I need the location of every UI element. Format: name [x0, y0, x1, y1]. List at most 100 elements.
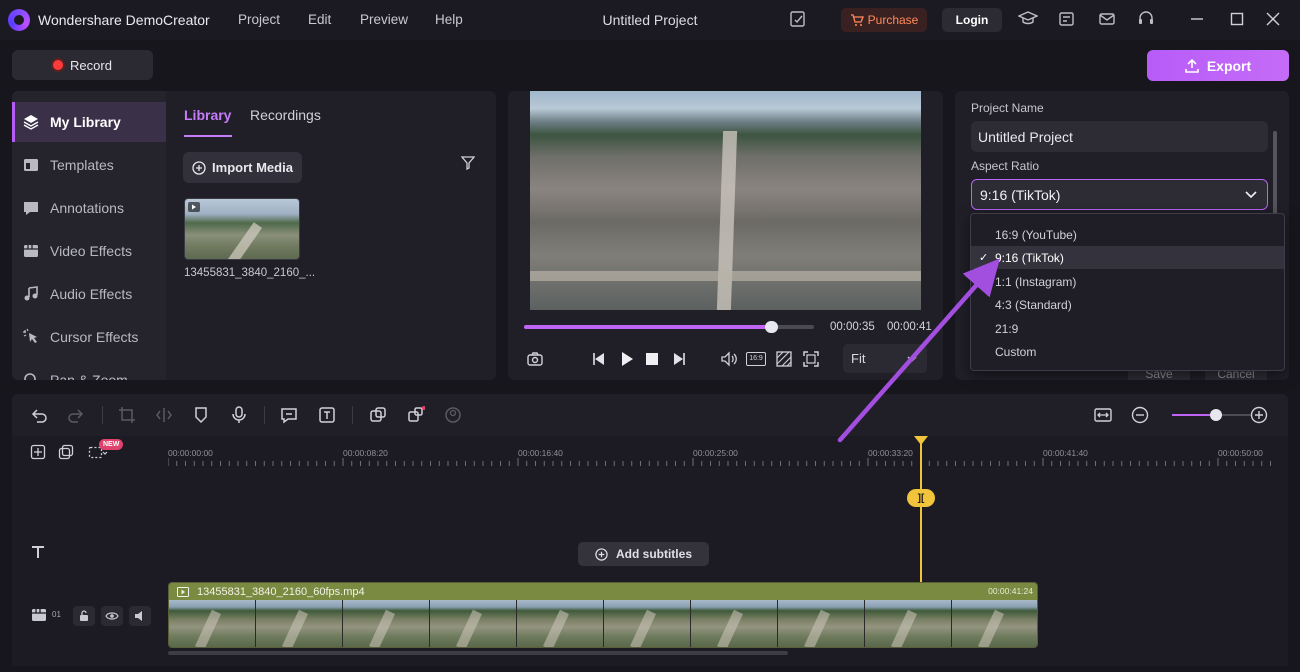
ruler-label: 00:00:16:40: [518, 448, 563, 458]
zoom-in-icon[interactable]: [1250, 406, 1268, 424]
timeline-toolbar: [12, 394, 1288, 436]
snapshot-camera-icon[interactable]: [526, 350, 544, 368]
login-button[interactable]: Login: [942, 8, 1002, 32]
undo-icon[interactable]: [30, 406, 48, 424]
ruler-label: 00:00:50:00: [1218, 448, 1263, 458]
video-clip[interactable]: 13455831_3840_2160_60fps.mp4 00:00:41:24: [168, 582, 1038, 648]
tab-library[interactable]: Library: [184, 107, 231, 123]
fit-label: Fit: [851, 351, 866, 366]
minimize-icon[interactable]: [1190, 10, 1210, 30]
option-label: 9:16 (TikTok): [995, 250, 1064, 265]
menu-help[interactable]: Help: [435, 12, 463, 27]
ruler-label: 00:00:00:00: [168, 448, 213, 458]
fit-timeline-icon[interactable]: [1094, 406, 1112, 424]
split-icon[interactable]: [155, 406, 173, 424]
zoom-out-icon[interactable]: [1131, 406, 1149, 424]
aspect-ratio-select[interactable]: 9:16 (TikTok): [971, 179, 1268, 210]
safe-zone-icon[interactable]: [775, 350, 793, 368]
add-subtitles-button[interactable]: Add subtitles: [578, 542, 709, 566]
avatar-icon[interactable]: [444, 406, 462, 424]
project-name-input[interactable]: Untitled Project: [971, 121, 1268, 152]
sidebar-item-cursor-effects[interactable]: Cursor Effects: [12, 317, 166, 357]
mark-shield-icon[interactable]: [192, 406, 210, 424]
track-number: 01: [52, 610, 61, 619]
playback-scrubber[interactable]: [764, 321, 778, 333]
split-at-playhead-icon[interactable]: ][: [907, 489, 935, 507]
feedback-icon[interactable]: [789, 10, 809, 30]
aspect-option-21-9[interactable]: 21:9: [971, 317, 1284, 340]
microphone-icon[interactable]: [230, 406, 248, 424]
zoom-fit-select[interactable]: Fit: [843, 344, 927, 373]
annotation-icon: [24, 202, 38, 215]
caption-icon[interactable]: [280, 406, 298, 424]
media-thumbnail[interactable]: [184, 198, 300, 260]
previous-frame-icon[interactable]: [590, 350, 608, 368]
toggle-visibility-button[interactable]: [101, 606, 123, 626]
chevron-down-icon: [1245, 191, 1257, 198]
media-panel: My Library Templates Annotations Video E…: [12, 91, 496, 380]
smart-cut-icon[interactable]: [407, 406, 425, 424]
redo-icon[interactable]: [67, 406, 85, 424]
tasks-icon[interactable]: [1058, 10, 1078, 30]
menu-preview[interactable]: Preview: [360, 12, 408, 27]
next-frame-icon[interactable]: [670, 350, 688, 368]
chevron-down-icon: [907, 356, 917, 362]
text-icon[interactable]: [318, 406, 336, 424]
support-headset-icon[interactable]: [1137, 10, 1157, 30]
stop-icon[interactable]: [643, 350, 661, 368]
lock-track-button[interactable]: [73, 606, 95, 626]
zoom-slider-handle[interactable]: [1210, 409, 1222, 421]
sidebar-item-label: Audio Effects: [50, 286, 133, 302]
media-filename: 13455831_3840_2160_...: [184, 267, 316, 279]
sidebar-item-label: Video Effects: [50, 243, 132, 259]
title-bar: Wondershare DemoCreator Project Edit Pre…: [0, 0, 1300, 40]
sidebar-item-my-library[interactable]: My Library: [12, 102, 166, 142]
divider: [264, 406, 265, 424]
filter-icon[interactable]: [461, 156, 475, 170]
tab-recordings[interactable]: Recordings: [250, 107, 321, 123]
mail-icon[interactable]: [1098, 10, 1118, 30]
sidebar-item-video-effects[interactable]: Video Effects: [12, 231, 166, 271]
sidebar-item-templates[interactable]: Templates: [12, 145, 166, 185]
play-icon[interactable]: [618, 350, 636, 368]
close-icon[interactable]: [1266, 10, 1286, 30]
timeline-scrollbar[interactable]: [168, 651, 788, 655]
aspect-option-custom[interactable]: Custom: [971, 340, 1284, 363]
sidebar-item-audio-effects[interactable]: Audio Effects: [12, 274, 166, 314]
project-name-label: Project Name: [971, 101, 1044, 115]
ai-tools-icon[interactable]: [369, 406, 387, 424]
template-icon: [24, 159, 38, 171]
fullscreen-icon[interactable]: [802, 350, 820, 368]
aspect-option-tiktok[interactable]: ✓ 9:16 (TikTok): [971, 246, 1284, 269]
time-ruler[interactable]: 00:00:00:00 00:00:08:20 00:00:16:40 00:00:2…: [168, 436, 1288, 466]
aspect-option-youtube[interactable]: 16:9 (YouTube): [971, 223, 1284, 246]
aspect-option-instagram[interactable]: 1:1 (Instagram): [971, 270, 1284, 293]
sidebar-item-pan-zoom[interactable]: Pan & Zoom: [12, 360, 166, 380]
record-button[interactable]: Record: [12, 50, 153, 80]
purchase-button[interactable]: Purchase: [841, 8, 927, 32]
add-track-icon[interactable]: [30, 444, 48, 462]
menu-project[interactable]: Project: [238, 12, 280, 27]
tutorial-cap-icon[interactable]: [1018, 10, 1038, 30]
sidebar-item-label: Annotations: [50, 200, 124, 216]
divider: [352, 406, 353, 424]
menu-edit[interactable]: Edit: [308, 12, 331, 27]
text-track-icon: [30, 544, 46, 560]
aspect-option-standard[interactable]: 4:3 (Standard): [971, 293, 1284, 316]
export-button[interactable]: Export: [1147, 50, 1289, 81]
volume-icon[interactable]: [720, 350, 738, 368]
sidebar-item-annotations[interactable]: Annotations: [12, 188, 166, 228]
film-icon: [24, 245, 38, 257]
copy-track-icon[interactable]: [58, 444, 76, 462]
zoom-icon: [24, 373, 36, 380]
project-title: Untitled Project: [602, 12, 698, 28]
video-clip-icon: [177, 586, 189, 597]
clip-name: 13455831_3840_2160_60fps.mp4: [197, 585, 365, 598]
crop-icon[interactable]: [118, 406, 136, 424]
aspect-ratio-badge[interactable]: 16:9: [746, 350, 768, 368]
maximize-icon[interactable]: [1230, 10, 1250, 30]
mute-track-button[interactable]: [129, 606, 151, 626]
import-media-button[interactable]: Import Media: [183, 152, 302, 183]
ruler-label: 00:00:08:20: [343, 448, 388, 458]
aspect-badge-text: 16:9: [746, 352, 766, 366]
